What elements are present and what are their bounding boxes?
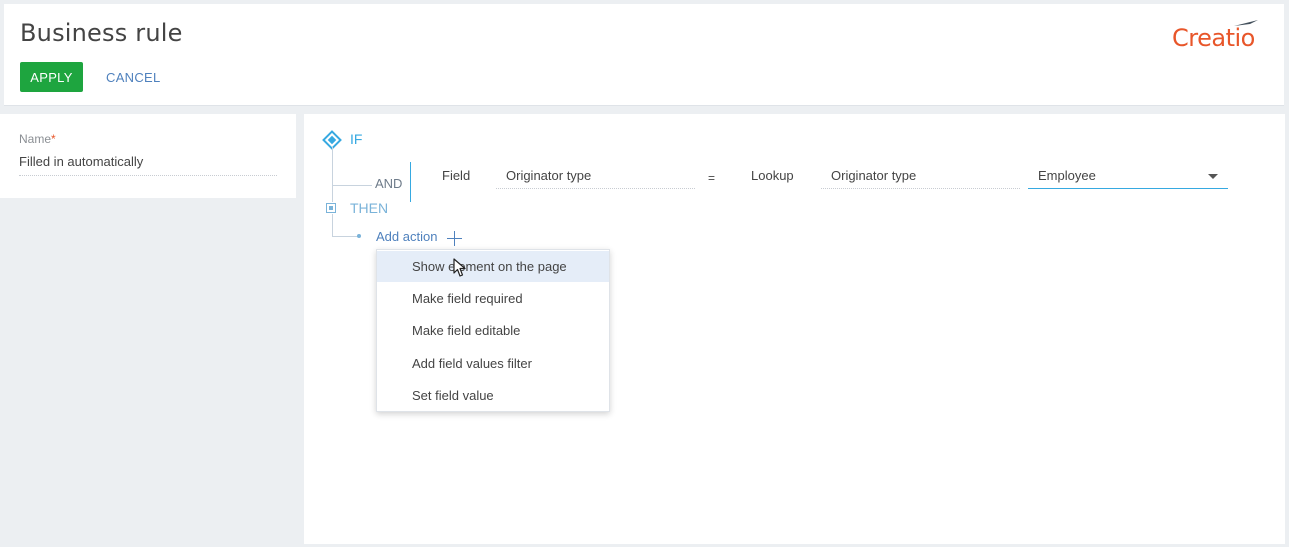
plus-icon[interactable] [447,231,462,246]
add-action-link[interactable]: Add action [376,229,437,244]
creatio-logo: Creatio [1172,18,1268,52]
properties-panel: Name* Filled in automatically [0,114,296,198]
chevron-down-icon[interactable] [1208,174,1218,179]
apply-button[interactable]: APPLY [20,62,83,92]
if-label: IF [350,131,363,147]
cancel-button[interactable]: CANCEL [104,62,163,92]
and-toggle[interactable]: AND [375,176,402,191]
menu-item-make-editable[interactable]: Make field editable [377,315,609,346]
rule-editor: IF AND Field Originator type = Lookup Or… [304,114,1285,544]
condition-operator[interactable]: = [708,171,715,185]
then-label: THEN [350,200,389,216]
menu-item-add-filter[interactable]: Add field values filter [377,348,609,379]
name-field-input[interactable]: Filled in automatically [19,154,277,176]
required-mark: * [51,132,56,146]
condition-lookup-label[interactable]: Lookup [751,168,794,183]
logo-arrow-icon [1234,20,1258,26]
menu-item-make-required[interactable]: Make field required [377,283,609,314]
then-square-icon [326,203,336,213]
page-header: Business rule APPLY CANCEL Creatio [4,4,1284,106]
condition-field-input[interactable]: Originator type [496,164,695,189]
condition-lookup-input[interactable]: Originator type [821,164,1020,189]
condition-value-select[interactable]: Employee [1028,164,1228,189]
action-menu: Show element on the page Make field requ… [376,249,610,412]
name-label-text: Name [19,132,52,146]
menu-item-show-element[interactable]: Show element on the page [377,251,609,282]
tree-connector [332,147,333,202]
menu-item-set-value[interactable]: Set field value [377,380,609,411]
condition-field-label: Field [442,168,471,183]
tree-connector [332,214,333,236]
tree-connector [332,185,372,186]
tree-connector [332,236,358,237]
condition-group-bar [410,162,411,202]
page-title: Business rule [20,19,183,47]
name-field-label: Name* [19,132,56,146]
condition-value-text: Employee [1038,168,1096,183]
mouse-cursor-icon [453,258,466,277]
tree-node-dot [357,234,361,238]
